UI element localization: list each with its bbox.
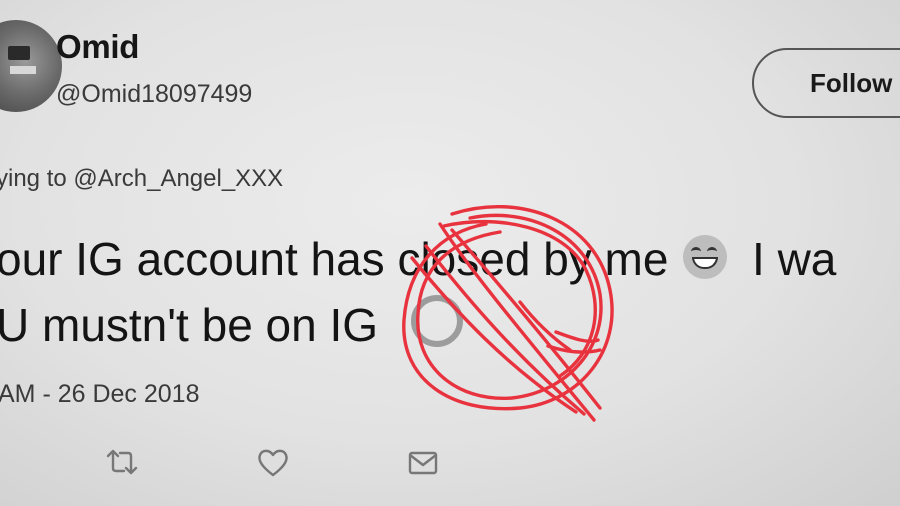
display-name[interactable]: Omid — [56, 28, 139, 66]
avatar-sign-shape — [8, 46, 30, 60]
replying-to-line[interactable]: ying to @Arch_Angel_XXX — [0, 165, 283, 193]
emoji-eye — [707, 247, 718, 256]
tweet-line-2: U mustn't be on IG — [0, 292, 836, 358]
envelope-icon — [408, 451, 438, 475]
tweet-card: Omid @Omid18097499 Follow ying to @Arch_… — [0, 0, 900, 506]
emoji-mouth — [692, 257, 719, 269]
tweet-line-2-text: U mustn't be on IG — [0, 299, 379, 351]
ring-emoji-icon — [410, 295, 463, 347]
avatar[interactable] — [0, 20, 62, 112]
user-handle[interactable]: @Omid18097499 — [56, 80, 252, 109]
grinning-squinting-face-icon — [683, 235, 728, 279]
direct-message-button[interactable] — [405, 444, 441, 480]
retweet-icon — [106, 449, 138, 475]
tweet-timestamp[interactable]: AM - 26 Dec 2018 — [0, 380, 200, 409]
emoji-eye — [691, 247, 702, 256]
retweet-button[interactable] — [104, 444, 140, 480]
tweet-line-1-tail: I wa — [752, 233, 837, 285]
like-button[interactable] — [255, 444, 291, 480]
follow-button[interactable]: Follow — [752, 48, 900, 118]
heart-icon — [258, 449, 288, 477]
avatar-sign-shape — [10, 66, 36, 74]
tweet-line-1-text: our IG account has closed by me — [0, 233, 669, 285]
tweet-line-1: our IG account has closed by me I wa — [0, 226, 836, 292]
tweet-text: our IG account has closed by me I wa U m… — [0, 226, 836, 358]
